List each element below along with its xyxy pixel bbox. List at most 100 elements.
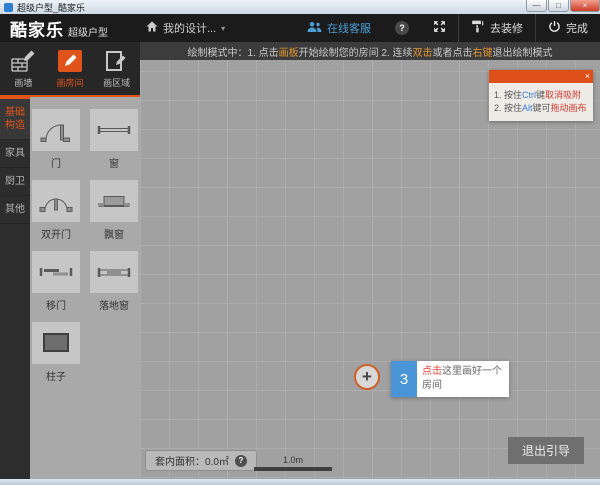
door-icon	[32, 109, 80, 151]
area-help-icon[interactable]: ?	[235, 455, 247, 467]
logo-sub-text: 超级户型	[68, 24, 108, 39]
hint-line-ctrl: 1. 按住Ctrl键取消吸附	[494, 89, 588, 102]
tab-furniture[interactable]: 家具	[0, 140, 30, 168]
close-button[interactable]: ×	[570, 0, 600, 12]
catalog-item-door[interactable]: 门	[32, 109, 80, 178]
catalog-item-window[interactable]: 窗	[90, 109, 138, 178]
help-button[interactable]: ?	[383, 14, 421, 42]
guide-step-number: 3	[391, 361, 417, 397]
draw-room-tool[interactable]: 画房间	[47, 42, 94, 95]
tab-other[interactable]: 其他	[0, 196, 30, 224]
guide-tooltip: 3 点击这里画好一个房间	[391, 361, 509, 397]
fullscreen-button[interactable]	[421, 14, 458, 42]
double-door-icon	[32, 180, 80, 222]
component-catalog: 门 窗 双开门	[30, 97, 140, 479]
power-icon	[548, 20, 561, 36]
finish-label: 完成	[566, 20, 588, 36]
bay-window-icon	[90, 180, 138, 222]
pillar-icon	[32, 322, 80, 364]
drawing-canvas[interactable]: 绘制模式中：1. 点击画板开始绘制您的房间 2. 连续双击或者点击右键退出绘制模…	[140, 42, 600, 479]
area-status-box: 套内面积：0.0㎡ ?	[145, 450, 257, 471]
help-icon: ?	[395, 21, 409, 35]
draw-wall-label: 画墙	[14, 76, 32, 89]
catalog-item-sliding-door[interactable]: 移门	[32, 251, 80, 320]
area-label: 套内面积：	[155, 453, 205, 468]
instruction-text: 退出绘制模式	[493, 44, 553, 59]
sliding-door-icon	[32, 251, 80, 293]
scale-bar	[254, 467, 332, 471]
catalog-item-floor-window[interactable]: 落地窗	[90, 251, 138, 320]
hint-action-pan: 拖动画布	[551, 103, 587, 113]
app-icon	[4, 3, 13, 12]
app-header: 酷家乐 超级户型 我的设计... ▾ 在线客服 ?	[0, 14, 600, 42]
hint-action-unsnap: 取消吸附	[545, 90, 581, 100]
online-support-button[interactable]: 在线客服	[295, 14, 383, 42]
window-icon	[90, 109, 138, 151]
header-actions: 在线客服 ? 去装修 完成	[295, 14, 600, 42]
os-titlebar: 超级户型_酷家乐 — □ ×	[0, 0, 600, 14]
chevron-down-icon: ▾	[221, 24, 225, 33]
logo-main-text: 酷家乐	[10, 16, 64, 41]
hint-close-icon[interactable]: ×	[585, 70, 590, 83]
window-controls: — □ ×	[525, 0, 600, 12]
project-menu-label: 我的设计...	[163, 20, 216, 36]
finish-button[interactable]: 完成	[535, 14, 600, 42]
floor-window-icon	[90, 251, 138, 293]
category-tabs: 基础构造 家具 厨卫 其他	[0, 97, 30, 479]
draw-room-label: 画房间	[57, 76, 84, 89]
hint-key-alt: Alt	[522, 103, 533, 113]
app-window: 超级户型_酷家乐 — □ × 酷家乐 超级户型 我的设计... ▾ 在线客服	[0, 0, 600, 485]
minimize-button[interactable]: —	[526, 0, 547, 12]
instruction-text: 或者点击	[433, 44, 473, 59]
catalog-item-bay-window[interactable]: 飘窗	[90, 180, 138, 249]
instruction-highlight-doubleclick: 双击	[413, 44, 433, 59]
instruction-text: 绘制模式中：1. 点击	[187, 44, 278, 59]
hint-box-body: 1. 按住Ctrl键取消吸附 2. 按住Alt键可拖动画布	[489, 83, 593, 121]
scale-indicator: 1.0m	[254, 455, 332, 471]
guide-click-target[interactable]: +	[354, 364, 380, 390]
tab-kitchen-bath[interactable]: 厨卫	[0, 168, 30, 196]
draw-mode-instruction-bar: 绘制模式中：1. 点击画板开始绘制您的房间 2. 连续双击或者点击右键退出绘制模…	[140, 42, 600, 60]
maximize-button[interactable]: □	[548, 0, 569, 12]
home-icon	[146, 21, 158, 35]
hint-line-alt: 2. 按住Alt键可拖动画布	[494, 102, 588, 115]
people-icon	[307, 21, 322, 36]
sidebar-body: 基础构造 家具 厨卫 其他 门	[0, 97, 140, 479]
draw-wall-tool[interactable]: 画墙	[0, 42, 47, 95]
plus-icon: +	[362, 367, 372, 387]
guide-click-word: 点击	[422, 366, 442, 377]
left-panel: 画墙 画房间 画区域 基础构造 家具	[0, 42, 140, 479]
catalog-item-double-door[interactable]: 双开门	[32, 180, 80, 249]
app-logo: 酷家乐 超级户型	[0, 16, 118, 41]
area-value: 0.0㎡	[205, 453, 229, 468]
hint-box-header: ×	[489, 70, 593, 83]
instruction-text: 开始绘制您的房间 2. 连续	[299, 44, 413, 59]
online-support-label: 在线客服	[327, 20, 371, 36]
catalog-item-label: 窗	[109, 155, 119, 170]
draw-tools-bar: 画墙 画房间 画区域	[0, 42, 140, 97]
tab-basic-structure[interactable]: 基础构造	[0, 97, 30, 140]
scale-label: 1.0m	[283, 455, 303, 465]
draw-area-label: 画区域	[103, 76, 130, 89]
shortcut-hint-box: × 1. 按住Ctrl键取消吸附 2. 按住Alt键可拖动画布	[489, 70, 593, 121]
draw-area-icon	[104, 49, 130, 73]
catalog-item-label: 落地窗	[99, 297, 129, 312]
catalog-item-label: 双开门	[41, 226, 71, 241]
hint-key-ctrl: Ctrl	[522, 90, 536, 100]
window-title: 超级户型_酷家乐	[17, 1, 85, 14]
catalog-item-label: 移门	[46, 297, 66, 312]
catalog-item-pillar[interactable]: 柱子	[32, 322, 80, 391]
catalog-item-label: 飘窗	[104, 226, 124, 241]
window-bottom-frame	[0, 479, 600, 485]
hint-text: 1. 按住	[494, 90, 522, 100]
exit-guide-button[interactable]: 退出引导	[508, 437, 584, 464]
paint-roller-icon	[471, 20, 485, 36]
catalog-item-label: 门	[51, 155, 61, 170]
instruction-highlight-board: 画板	[279, 44, 299, 59]
decorate-button[interactable]: 去装修	[458, 14, 535, 42]
hint-text: 2. 按住	[494, 103, 522, 113]
draw-area-tool[interactable]: 画区域	[93, 42, 140, 95]
catalog-item-label: 柱子	[46, 368, 66, 383]
main-area: 画墙 画房间 画区域 基础构造 家具	[0, 42, 600, 479]
project-menu[interactable]: 我的设计... ▾	[146, 20, 225, 36]
